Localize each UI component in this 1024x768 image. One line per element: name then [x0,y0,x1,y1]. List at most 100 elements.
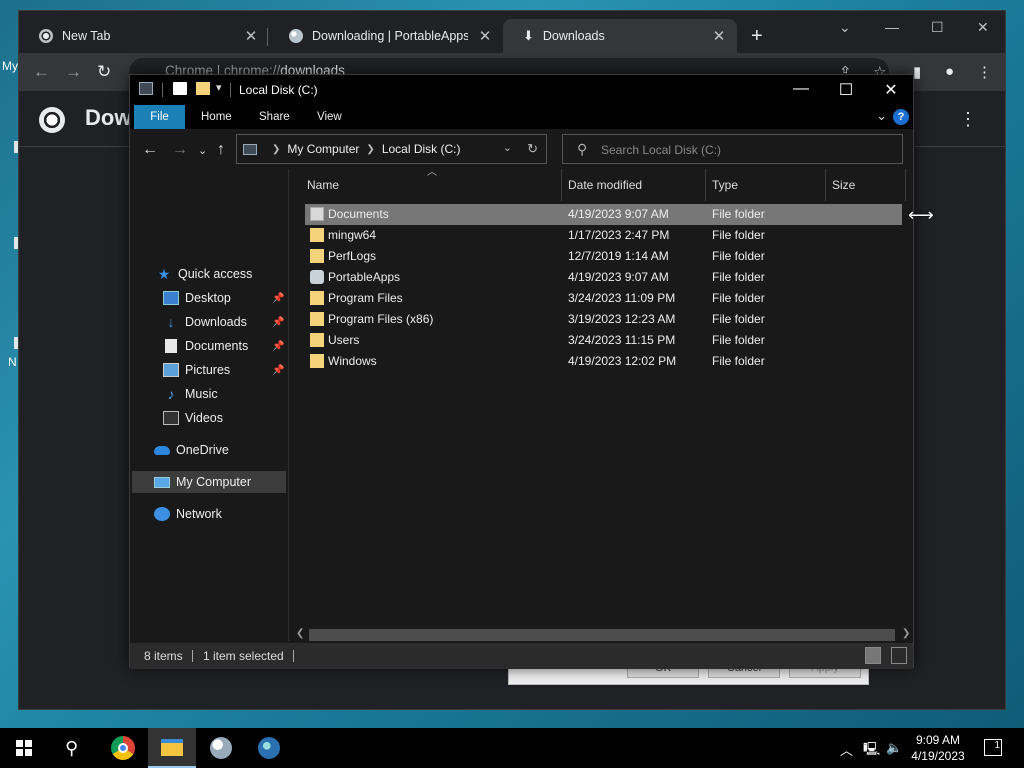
new-folder-icon[interactable] [196,82,210,95]
column-header-size[interactable]: Size [826,169,906,201]
back-icon[interactable]: ← [142,141,158,159]
scroll-left-icon[interactable]: ❮ [296,628,304,639]
nav-item-downloads[interactable]: ↓ Downloads [163,311,247,333]
file-row-users[interactable]: Users 3/24/2023 11:15 PM File folder [305,330,902,351]
page-menu-icon[interactable]: ⋮ [959,109,977,130]
nav-item-desktop[interactable]: Desktop [163,287,231,309]
pin-icon[interactable]: 📌 [272,293,284,304]
file-row-documents[interactable]: Documents 4/19/2023 9:07 AM File folder [305,204,902,225]
column-header-date-modified[interactable]: Date modified [562,169,706,201]
desktop-icon-label: My [2,59,18,73]
clock-time: 9:09 AM [915,733,961,747]
properties-icon[interactable] [173,82,187,95]
nav-item-my-computer[interactable]: My Computer [132,471,286,493]
file-date: 12/7/2019 1:14 AM [568,249,669,263]
taskbar-app-globe[interactable] [245,728,293,768]
show-hidden-icons-icon[interactable]: ︿ [840,740,853,759]
scroll-right-icon[interactable]: ❯ [902,628,910,639]
profile-icon[interactable]: ● [945,63,954,80]
column-header-type[interactable]: Type [706,169,826,201]
customize-quick-access-icon[interactable]: ▾ [216,81,222,94]
details-view-icon[interactable] [865,647,881,664]
nav-item-documents[interactable]: Documents [163,335,248,357]
minimize-icon[interactable]: — [791,80,811,98]
address-history-icon[interactable]: ⌄ [503,141,512,154]
tab-search-icon[interactable]: ⌄ [839,19,851,36]
ribbon-tab-file[interactable]: File [134,105,185,129]
file-row-windows[interactable]: Windows 4/19/2023 12:02 PM File folder [305,351,902,372]
taskbar-app-chrome[interactable] [99,728,147,768]
ribbon-tab-view[interactable]: View [303,105,356,129]
network-status-icon[interactable]: 🖳 [863,740,880,762]
selection-count: 1 item selected [203,649,284,663]
star-icon: ★ [157,266,171,282]
file-name: Users [328,333,360,347]
nav-item-videos[interactable]: Videos [163,407,223,429]
menu-dots-icon[interactable]: ⋮ [977,63,992,81]
close-tab-icon[interactable]: ✕ [243,27,259,45]
file-row-program-files[interactable]: Program Files 3/24/2023 11:09 PM File fo… [305,288,902,309]
start-button[interactable] [0,728,48,768]
minimize-icon[interactable]: — [885,19,899,35]
chrome-icon [111,736,135,760]
close-icon[interactable]: ✕ [881,80,901,100]
maximize-icon[interactable]: ☐ [931,19,944,36]
maximize-icon[interactable]: ☐ [836,80,856,100]
back-icon[interactable]: ← [33,62,50,82]
recent-locations-icon[interactable]: ⌄ [198,144,207,157]
expand-ribbon-icon[interactable]: ⌄ [876,108,887,124]
search-box[interactable]: ⚲ Search Local Disk (C:) [562,134,903,164]
resize-cursor-icon: ⟷ [908,205,934,225]
chevron-right-icon[interactable]: ❯ [366,144,374,155]
close-tab-icon[interactable]: ✕ [711,27,727,45]
pictures-icon [163,363,179,377]
help-icon[interactable]: ? [893,109,909,125]
file-row-mingw64[interactable]: mingw64 1/17/2023 2:47 PM File folder [305,225,902,246]
breadcrumb-local-disk[interactable]: Local Disk (C:) [382,142,461,156]
pane-splitter[interactable] [288,169,289,641]
notification-center-icon[interactable]: 1 [984,739,1002,756]
taskbar-app-file-explorer[interactable] [148,728,196,768]
tab-new-tab[interactable]: New Tab ✕ [19,19,269,53]
nav-item-onedrive[interactable]: OneDrive [154,439,229,461]
tab-portableapps[interactable]: Downloading | PortableApps.com ✕ [269,19,503,53]
nav-item-pictures[interactable]: Pictures [163,359,230,381]
scrollbar-thumb[interactable] [309,629,895,641]
file-date: 3/24/2023 11:15 PM [568,333,676,347]
forward-icon[interactable]: → [65,62,82,82]
volume-icon[interactable]: 🔈 [886,740,902,756]
column-header-name[interactable]: Name [290,169,562,201]
pin-icon[interactable]: 📌 [272,341,284,352]
pin-icon[interactable]: 📌 [272,317,284,328]
file-type: File folder [712,354,765,368]
taskbar-search-button[interactable]: ⚲ [48,728,96,768]
close-tab-icon[interactable]: ✕ [477,27,493,45]
taskbar-app-portableapps[interactable] [197,728,245,768]
nav-item-quick-access[interactable]: ★ Quick access [156,263,253,285]
breadcrumb-my-computer[interactable]: My Computer [287,142,359,156]
close-window-icon[interactable]: ✕ [977,19,989,36]
chevron-right-icon[interactable]: ❯ [272,144,280,155]
horizontal-scrollbar[interactable]: ❮ ❯ [293,628,913,642]
tab-downloads[interactable]: ⬇ Downloads ✕ [503,19,737,53]
reload-icon[interactable]: ↻ [97,62,111,82]
pin-icon[interactable]: 📌 [272,365,284,376]
tab-divider [267,28,268,46]
nav-item-network[interactable]: Network [154,503,222,525]
file-date: 3/24/2023 11:09 PM [568,291,676,305]
nav-item-music[interactable]: ♪ Music [163,383,218,405]
up-icon[interactable]: ↑ [217,141,225,159]
file-row-portableapps[interactable]: PortableApps 4/19/2023 9:07 AM File fold… [305,267,902,288]
file-row-program-files-x86[interactable]: Program Files (x86) 3/19/2023 12:23 AM F… [305,309,902,330]
new-tab-button[interactable]: + [751,25,763,48]
file-row-perflogs[interactable]: PerfLogs 12/7/2019 1:14 AM File folder [305,246,902,267]
large-icons-view-icon[interactable] [891,647,907,664]
refresh-icon[interactable]: ↻ [527,141,538,157]
ribbon-tab-home[interactable]: Home [187,105,246,129]
file-date: 1/17/2023 2:47 PM [568,228,670,242]
ribbon-tab-share[interactable]: Share [245,105,304,129]
clock[interactable]: 9:09 AM 4/19/2023 [906,732,970,764]
file-type: File folder [712,333,765,347]
side-panel-icon[interactable]: ▮ [913,63,921,81]
address-bar[interactable]: ❯ My Computer ❯ Local Disk (C:) ⌄ ↻ [236,134,547,164]
